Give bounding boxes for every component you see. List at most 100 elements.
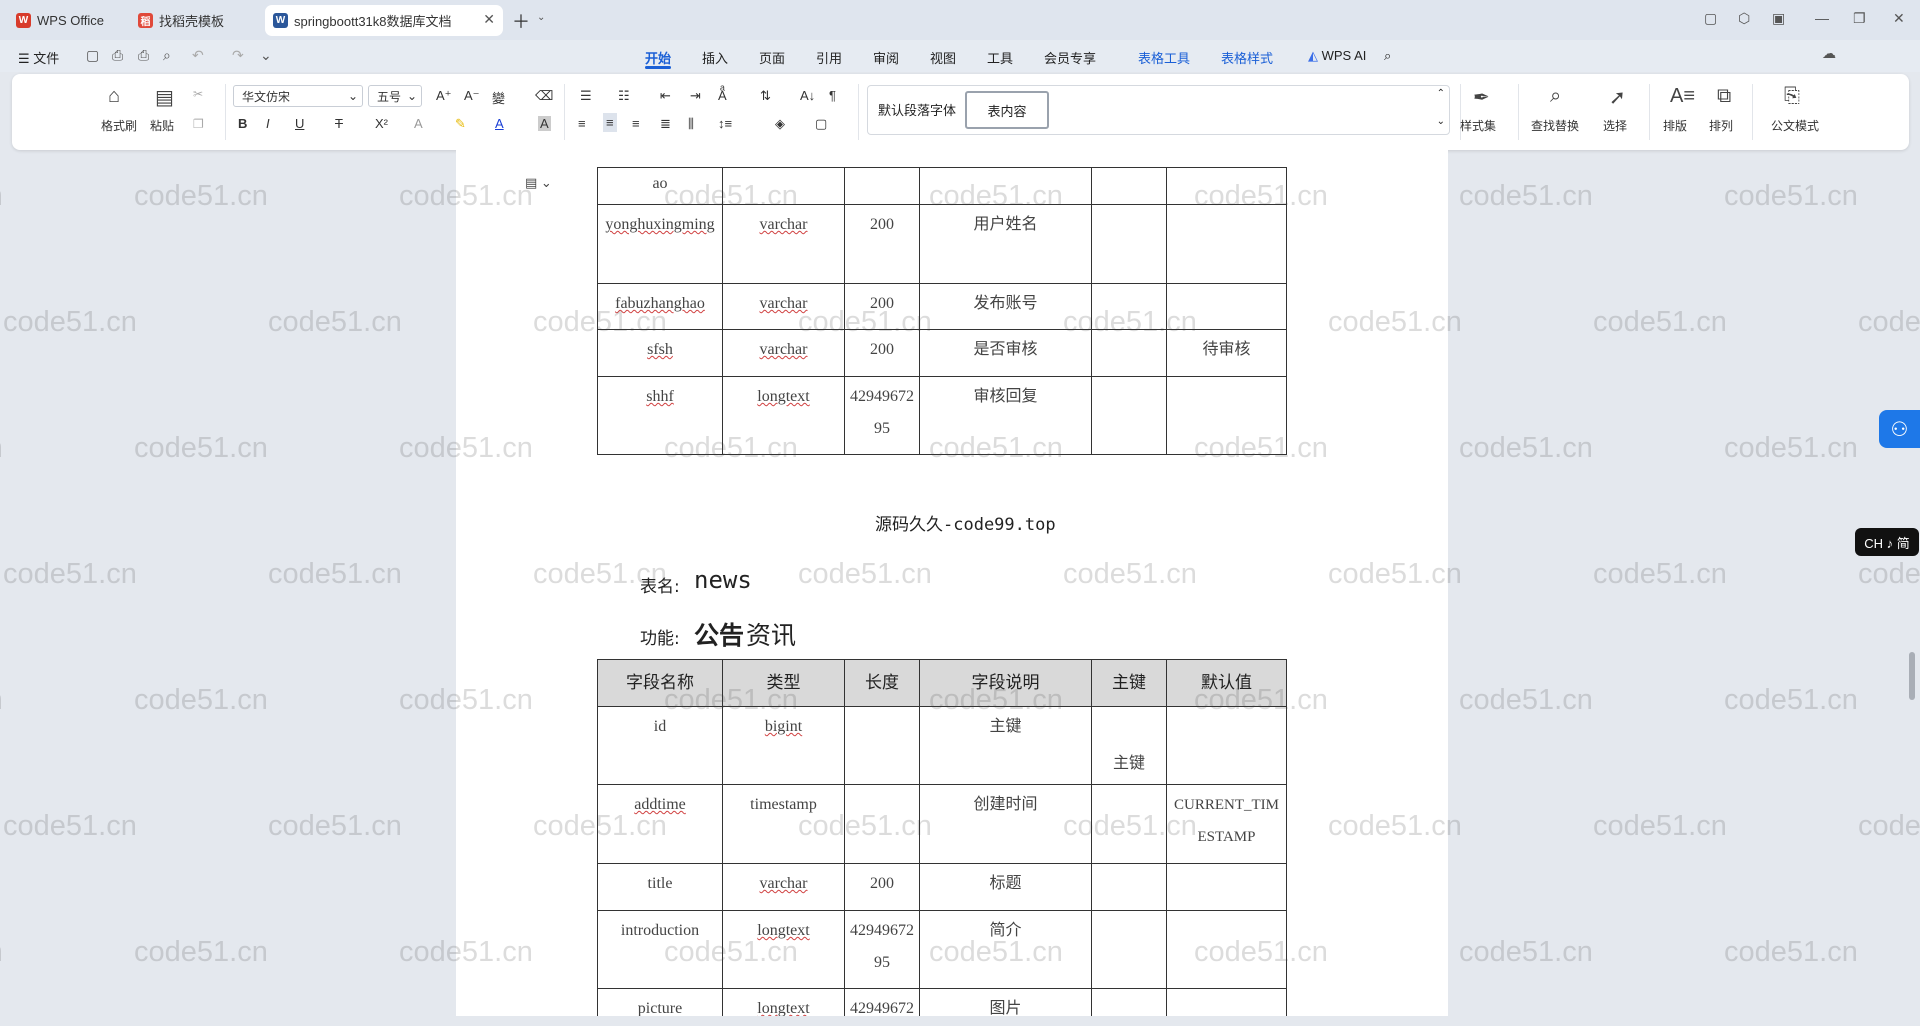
menu-table-tools[interactable]: 表格工具 [1138, 48, 1190, 67]
wps-ai-button[interactable]: ◭ WPS AI [1308, 48, 1366, 64]
bullet-list-icon[interactable]: ☰ [580, 88, 592, 104]
table-cell[interactable]: 是否审核 [919, 329, 1092, 377]
table-cell[interactable] [1091, 910, 1167, 989]
align-left-icon[interactable]: ≡ [578, 116, 586, 131]
window-layout-icon[interactable]: ▢ [1704, 10, 1717, 27]
table-cell[interactable]: varchar [722, 283, 845, 330]
tab-wps-office[interactable]: W WPS Office [8, 5, 123, 36]
column-header[interactable]: 类型 [722, 659, 845, 707]
table-cell[interactable]: longtext [722, 376, 845, 455]
find-replace-label[interactable]: 查找替换 [1531, 117, 1579, 134]
menu-member[interactable]: 会员专享 [1044, 48, 1096, 67]
column-header[interactable]: 默认值 [1166, 659, 1287, 707]
official-doc-icon[interactable]: ⎘ [1784, 85, 1800, 108]
paste-label[interactable]: 粘贴 [150, 117, 174, 134]
table-cell[interactable] [1091, 204, 1167, 284]
numbered-list-icon[interactable]: ☷ [618, 88, 630, 104]
border-icon[interactable]: ▢ [815, 116, 827, 132]
table-cell[interactable] [1091, 167, 1167, 205]
shrink-font-icon[interactable]: A⁻ [464, 88, 480, 104]
new-tab-icon[interactable]: ＋ [512, 8, 530, 34]
table-cell[interactable]: shhf [597, 376, 723, 455]
table-cell[interactable]: varchar [722, 329, 845, 377]
tab-docer[interactable]: 稻 找稻壳模板 [130, 5, 258, 36]
column-header[interactable]: 字段说明 [919, 659, 1092, 707]
table-cell[interactable] [1091, 329, 1167, 377]
minimize-icon[interactable]: — [1815, 10, 1829, 26]
line-spacing-icon[interactable]: ↕≡ [718, 116, 732, 131]
table-cell[interactable] [1091, 784, 1167, 864]
bold-icon[interactable]: B [238, 116, 247, 131]
table-cell[interactable] [844, 706, 920, 785]
strikethrough-icon[interactable]: T [335, 116, 343, 131]
cut-icon[interactable]: ✂ [193, 87, 203, 101]
increase-indent-icon[interactable]: ⇥ [690, 88, 701, 104]
format-painter-icon[interactable]: ⌂ [108, 85, 120, 108]
table-cell[interactable]: 标题 [919, 863, 1092, 911]
font-size-select[interactable]: 五号 ⌄ [368, 85, 422, 107]
save-icon[interactable]: ▢ [86, 47, 99, 64]
table-cell[interactable]: addtime [597, 784, 723, 864]
table-cell[interactable]: 待审核 [1166, 329, 1287, 377]
table-cell[interactable] [1166, 706, 1287, 785]
restore-icon[interactable]: ❐ [1853, 10, 1866, 27]
typesetting-label[interactable]: 排版 [1663, 117, 1687, 134]
decrease-indent-icon[interactable]: ⇤ [660, 88, 671, 104]
table-cell[interactable]: 用户姓名 [919, 204, 1092, 284]
select-cursor-icon[interactable]: ➚ [1609, 85, 1626, 110]
table-cell[interactable] [722, 167, 845, 205]
chevron-down-icon[interactable]: ⌄ [537, 12, 545, 23]
distributed-icon[interactable]: ⫼ [688, 116, 694, 132]
table-handle-icon[interactable]: ▤ ⌄ [525, 175, 552, 191]
menu-tools[interactable]: 工具 [987, 48, 1013, 67]
table-cell[interactable]: varchar [722, 863, 845, 911]
text-effect-icon[interactable]: A [414, 116, 423, 131]
table-cell[interactable]: bigint [722, 706, 845, 785]
print-icon[interactable]: ⎙ [138, 47, 149, 64]
scrollbar-thumb[interactable] [1909, 652, 1915, 700]
table-cell[interactable]: 简介 [919, 910, 1092, 989]
paste-icon[interactable]: ▤ [155, 85, 174, 110]
menu-start[interactable]: 开始 [645, 48, 671, 67]
cube-icon[interactable]: ⬡ [1738, 10, 1750, 27]
style-table-content[interactable]: 表内容 [965, 91, 1049, 129]
table-cell[interactable] [844, 167, 920, 205]
table-cell[interactable] [1166, 283, 1287, 330]
ime-indicator[interactable]: CH ♪ 简 [1855, 528, 1919, 556]
cloud-upload-icon[interactable]: ☁ [1822, 45, 1836, 62]
table-cell[interactable]: fabuzhanghao [597, 283, 723, 330]
table-cell[interactable] [1166, 863, 1287, 911]
align-center-icon[interactable]: ≡ [603, 113, 617, 132]
column-header[interactable]: 长度 [844, 659, 920, 707]
italic-icon[interactable]: I [266, 116, 270, 131]
table-cell[interactable]: varchar [722, 204, 845, 284]
redo-icon[interactable]: ↷ [232, 47, 244, 64]
table-cell[interactable] [1091, 283, 1167, 330]
table-cell[interactable] [1091, 863, 1167, 911]
font-color-icon[interactable]: A [495, 116, 504, 131]
table-cell[interactable] [1166, 167, 1287, 205]
highlight-icon[interactable]: ✎ [455, 116, 466, 132]
arrange-icon[interactable]: ⧉ [1717, 85, 1731, 108]
menu-review[interactable]: 审阅 [873, 48, 899, 67]
table-cell[interactable]: id [597, 706, 723, 785]
table-cell[interactable] [844, 784, 920, 864]
sort-az-icon[interactable]: A↓ [800, 88, 815, 103]
table-cell[interactable]: 主键 [1091, 706, 1167, 785]
column-header[interactable]: 主键 [1091, 659, 1167, 707]
format-painter-label[interactable]: 格式刷 [101, 117, 137, 134]
ai-assistant-float-icon[interactable]: ⚇ [1879, 410, 1920, 448]
menu-table-style[interactable]: 表格样式 [1221, 48, 1273, 67]
table-cell[interactable]: 200 [844, 863, 920, 911]
typesetting-icon[interactable]: A≡ [1670, 85, 1695, 108]
eraser-icon[interactable]: ⌫ [535, 88, 553, 104]
table-cell[interactable]: 创建时间 [919, 784, 1092, 864]
underline-icon[interactable]: U [295, 116, 304, 131]
table-cell[interactable]: ao [597, 167, 723, 205]
table-cell[interactable] [1166, 376, 1287, 455]
style-default-paragraph-font[interactable]: 默认段落字体 [878, 100, 956, 119]
vertical-scrollbar[interactable] [1905, 150, 1920, 1016]
table-cell[interactable]: yonghuxingming [597, 204, 723, 284]
export-pdf-icon[interactable]: ⎙ [112, 47, 123, 64]
superscript-icon[interactable]: X² [375, 116, 388, 131]
